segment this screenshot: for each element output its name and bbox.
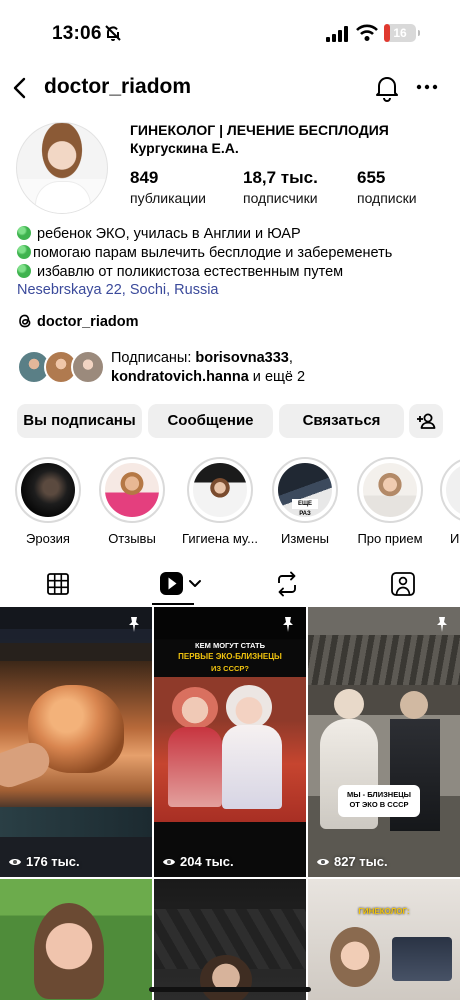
- highlight-item[interactable]: Гигиена му...: [180, 457, 260, 546]
- followed-by-prefix: Подписаны:: [111, 350, 196, 366]
- mutual-followers-avatars[interactable]: [17, 350, 107, 386]
- battery-tip: [418, 30, 420, 36]
- battery-percent: 16: [393, 26, 407, 40]
- followed-by-text[interactable]: Подписаны: borisovna333, kondratovich.ha…: [111, 349, 305, 387]
- bio-line: ребенок ЭКО, училась в Англии и ЮАР: [17, 225, 301, 243]
- bio-line: избавлю от поликистоза естественным путе…: [17, 263, 343, 281]
- status-bar: 13:06 16: [0, 0, 460, 62]
- post-views-value: 827 тыс.: [334, 854, 388, 869]
- stat-posts-value: 849: [130, 168, 159, 187]
- add-person-icon: [417, 413, 436, 429]
- stat-following[interactable]: 655 подписки: [357, 168, 417, 206]
- eye-icon: [317, 859, 329, 865]
- threads-icon: [19, 314, 31, 328]
- highlight-label: И: [450, 531, 460, 546]
- stat-posts-label: публикации: [130, 190, 206, 206]
- highlight-item[interactable]: И: [440, 457, 460, 546]
- message-button[interactable]: Сообщение: [148, 404, 273, 438]
- post-thumbnail[interactable]: КЕМ МОГУТ СТАТЬ ПЕРВЫЕ ЭКО-БЛИЗНЕЦЫ ИЗ С…: [154, 607, 306, 877]
- post-overlay-line: ИЗ СССР?: [210, 664, 249, 673]
- cellular-signal-icon: [326, 26, 348, 42]
- post-thumbnail[interactable]: [154, 879, 306, 1000]
- back-arrow-icon[interactable]: [10, 76, 32, 100]
- highlight-label: Эрозия: [26, 531, 70, 546]
- stat-following-label: подписки: [357, 190, 417, 206]
- tab-reposts[interactable]: [267, 566, 307, 602]
- highlight-item[interactable]: Эрозия: [14, 457, 82, 546]
- green-circle-emoji-icon: [17, 245, 31, 259]
- suggested-users-button[interactable]: [409, 404, 443, 438]
- followed-by-suffix: и ещё 2: [248, 369, 306, 385]
- stat-followers-label: подписчики: [243, 190, 318, 206]
- post-view-count: 827 тыс.: [316, 854, 388, 869]
- highlight-label: Гигиена му...: [182, 531, 258, 546]
- bio-line: помогаю парам вылечить бесплодие и забер…: [17, 244, 392, 262]
- stat-posts[interactable]: 849 публикации: [130, 168, 206, 206]
- tab-tagged[interactable]: [383, 566, 423, 602]
- followed-by-user: kondratovich.hanna: [111, 369, 249, 385]
- post-thumbnail[interactable]: МЫ - БЛИЗНЕЦЫ ОТ ЭКО В СССР 827 тыс.: [308, 607, 460, 877]
- bio-text: помогаю парам вылечить бесплодие и забер…: [33, 245, 393, 261]
- highlight-item[interactable]: Про прием: [356, 457, 424, 546]
- eye-icon: [163, 859, 175, 865]
- highlight-label: Измены: [281, 531, 329, 546]
- notifications-bell-icon[interactable]: [374, 74, 400, 102]
- home-indicator: [149, 987, 311, 992]
- profile-full-name: Кургускина Е.А.: [130, 140, 239, 156]
- profile-avatar[interactable]: [16, 122, 108, 214]
- followed-by-user: borisovna333: [195, 350, 289, 366]
- pin-icon: [129, 617, 139, 632]
- threads-handle: doctor_riadom: [37, 314, 139, 330]
- post-overlay-line: ГИНЕКОЛОГ:: [358, 907, 410, 916]
- following-button[interactable]: Вы подписаны: [17, 404, 142, 438]
- highlight-item[interactable]: ЕЩЕ РАЗ Измены: [271, 457, 339, 546]
- stat-followers-value: 18,7 тыс.: [243, 168, 318, 187]
- location-link[interactable]: Nesebrskaya 22, Sochi, Russia: [17, 282, 219, 298]
- repost-icon: [278, 571, 296, 597]
- contact-button[interactable]: Связаться: [279, 404, 404, 438]
- tab-reels[interactable]: [156, 566, 206, 602]
- threads-badge[interactable]: doctor_riadom: [17, 313, 139, 330]
- highlight-label: Про прием: [357, 531, 423, 546]
- profile-username: doctor_riadom: [44, 75, 192, 98]
- active-tab-indicator: [152, 603, 194, 605]
- stat-following-value: 655: [357, 168, 386, 187]
- green-circle-emoji-icon: [17, 226, 31, 240]
- followed-by-separator: ,: [288, 350, 293, 366]
- status-time: 13:06: [52, 23, 102, 44]
- post-view-count: 204 тыс.: [162, 854, 234, 869]
- post-thumbnail[interactable]: 176 тыс.: [0, 607, 152, 877]
- post-thumbnail[interactable]: ГИНЕКОЛОГ:: [308, 879, 460, 1000]
- post-overlay-line: МЫ - БЛИЗНЕЦЫ: [346, 790, 412, 799]
- eye-icon: [9, 859, 21, 865]
- highlight-label: Отзывы: [108, 531, 156, 546]
- post-overlay-line: ОТ ЭКО В СССР: [349, 800, 409, 809]
- battery-indicator: 16: [384, 24, 416, 42]
- post-thumbnail[interactable]: [0, 879, 152, 1000]
- highlight-item[interactable]: Отзывы: [98, 457, 166, 546]
- tagged-person-icon: [391, 572, 415, 596]
- profile-category-name: ГИНЕКОЛОГ | ЛЕЧЕНИЕ БЕСПЛОДИЯ: [130, 122, 389, 138]
- avatar: [71, 350, 105, 384]
- pin-icon: [437, 617, 447, 632]
- post-views-value: 204 тыс.: [180, 854, 234, 869]
- post-overlay-line: ПЕРВЫЕ ЭКО-БЛИЗНЕЦЫ: [178, 652, 282, 661]
- highlight-badge: ЕЩЕ РАЗ: [292, 499, 318, 517]
- post-views-value: 176 тыс.: [26, 854, 80, 869]
- green-circle-emoji-icon: [17, 264, 31, 278]
- post-overlay-line: КЕМ МОГУТ СТАТЬ: [195, 641, 265, 650]
- stat-followers[interactable]: 18,7 тыс. подписчики: [243, 168, 318, 206]
- bell-mute-icon: [105, 25, 121, 41]
- grid-icon: [47, 573, 69, 595]
- post-view-count: 176 тыс.: [8, 854, 80, 869]
- post-overlay-box: МЫ - БЛИЗНЕЦЫ ОТ ЭКО В СССР: [338, 785, 420, 817]
- bio-text: ребенок ЭКО, училась в Англии и ЮАР: [37, 226, 301, 242]
- wifi-icon: [356, 24, 378, 41]
- bio-text: избавлю от поликистоза естественным путе…: [37, 264, 344, 280]
- tab-grid[interactable]: [38, 566, 78, 602]
- more-options-icon[interactable]: [414, 80, 440, 94]
- reels-play-icon: [160, 572, 201, 595]
- pin-icon: [283, 617, 293, 632]
